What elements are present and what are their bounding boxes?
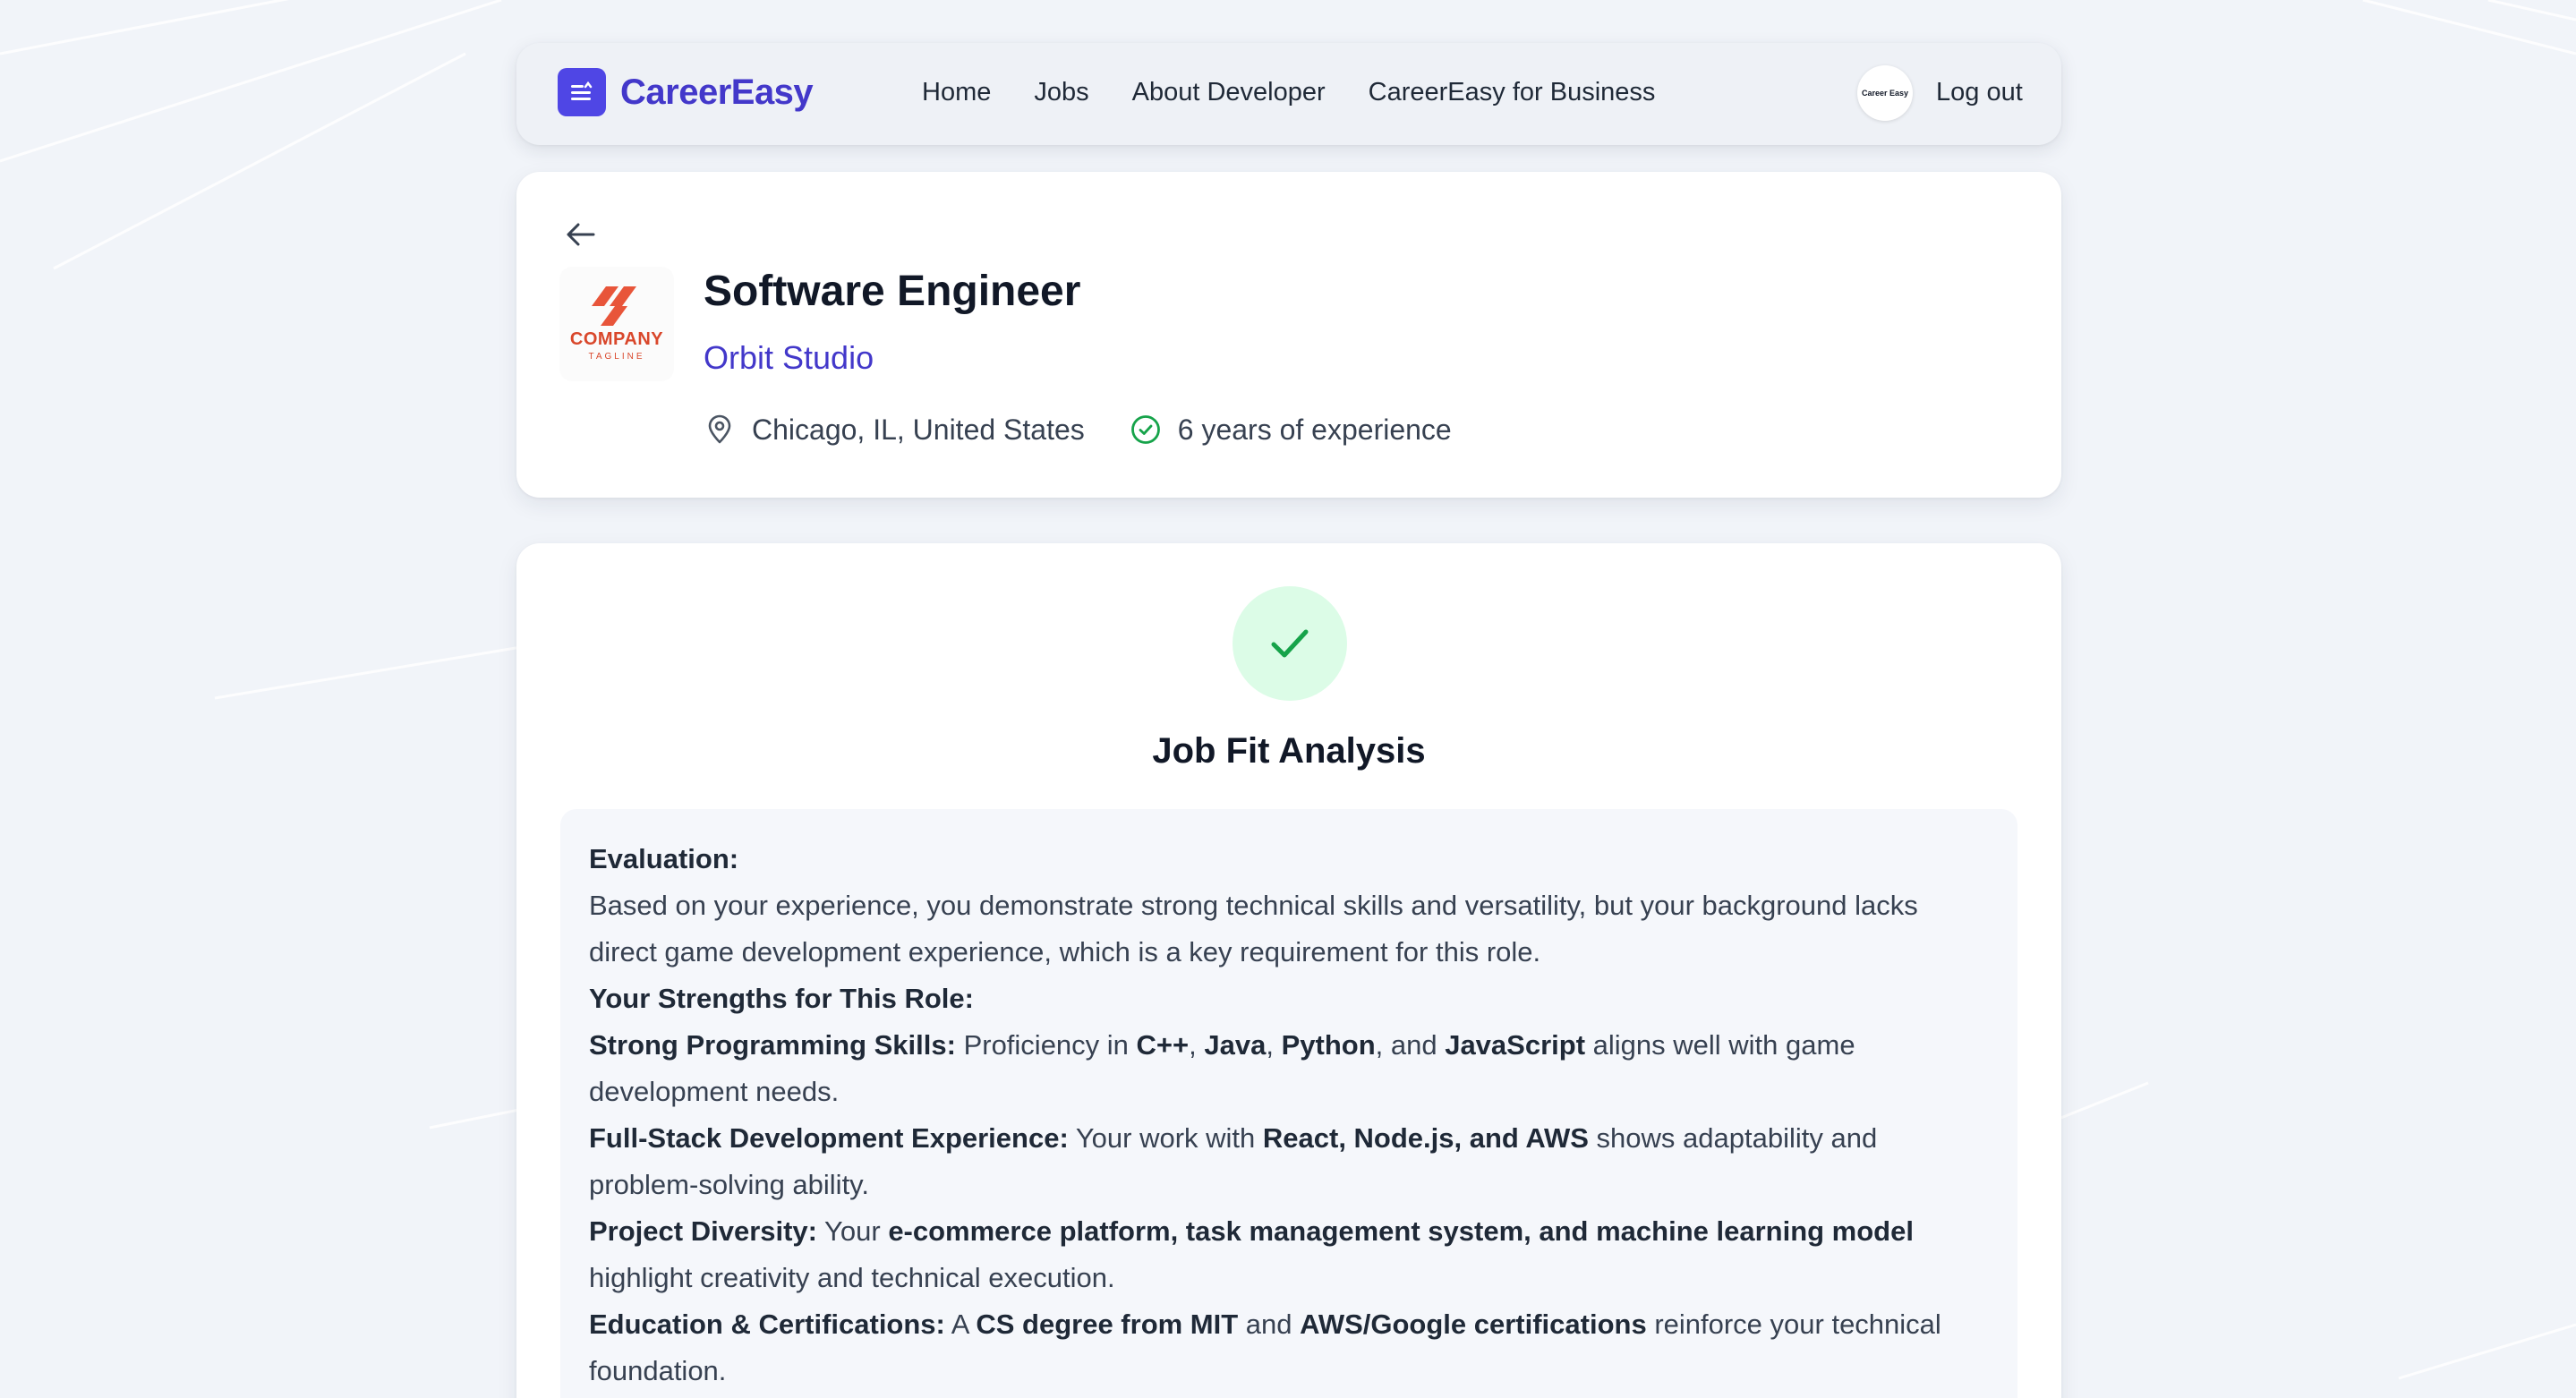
strength-item: Strong Programming Skills: Proficiency i… [589,1029,1855,1107]
check-circle-icon [1130,413,1162,446]
company-logo-tagline: TAGLINE [588,352,645,362]
job-header-card: COMPANY TAGLINE Software Engineer Orbit … [516,172,2061,498]
job-meta: Chicago, IL, United States 6 years of ex… [704,412,1452,448]
job-experience: 6 years of experience [1177,413,1452,446]
experience-item: 6 years of experience [1130,413,1452,447]
logout-button[interactable]: Log out [1936,70,2023,115]
company-name-link[interactable]: Orbit Studio [704,338,874,378]
avatar-text: Career Easy [1861,88,1909,98]
back-button[interactable] [559,213,602,256]
company-logo-text: COMPANY [569,329,664,349]
nav-links: Home Jobs About Developer CareerEasy for… [922,70,1655,115]
location-pin-icon [704,413,736,446]
top-navbar: CareerEasy Home Jobs About Developer Car… [516,43,2061,145]
strength-item: Project Diversity: Your e-commerce platf… [589,1215,1914,1293]
fit-title: Job Fit Analysis [1152,731,1426,771]
company-logo-mark [592,286,636,326]
fit-status-badge [1233,586,1347,701]
brand-name[interactable]: CareerEasy [620,70,814,115]
avatar[interactable]: Career Easy [1857,65,1913,121]
arrow-left-icon [567,223,595,246]
nav-link-home[interactable]: Home [922,78,991,107]
company-logo: COMPANY TAGLINE [559,267,674,381]
job-location: Chicago, IL, United States [752,413,1085,446]
strength-item: Full-Stack Development Experience: Your … [589,1122,1878,1200]
menu-icon [571,81,593,100]
evaluation-text: Based on your experience, you demonstrat… [589,890,1918,968]
check-icon [1271,629,1309,658]
job-title: Software Engineer [704,268,1081,315]
job-fit-card: Job Fit Analysis Evaluation: Based on yo… [516,543,2061,1398]
brand-logo[interactable] [558,68,606,116]
evaluation-heading: Evaluation: [589,843,739,874]
nav-link-business[interactable]: CareerEasy for Business [1369,78,1656,107]
strength-item: Education & Certifications: A CS degree … [589,1308,1941,1386]
strengths-heading: Your Strengths for This Role: [589,983,974,1014]
analysis-content: Evaluation: Based on your experience, yo… [560,809,2017,1398]
nav-link-jobs[interactable]: Jobs [1034,78,1088,107]
nav-link-about-developer[interactable]: About Developer [1132,78,1326,107]
